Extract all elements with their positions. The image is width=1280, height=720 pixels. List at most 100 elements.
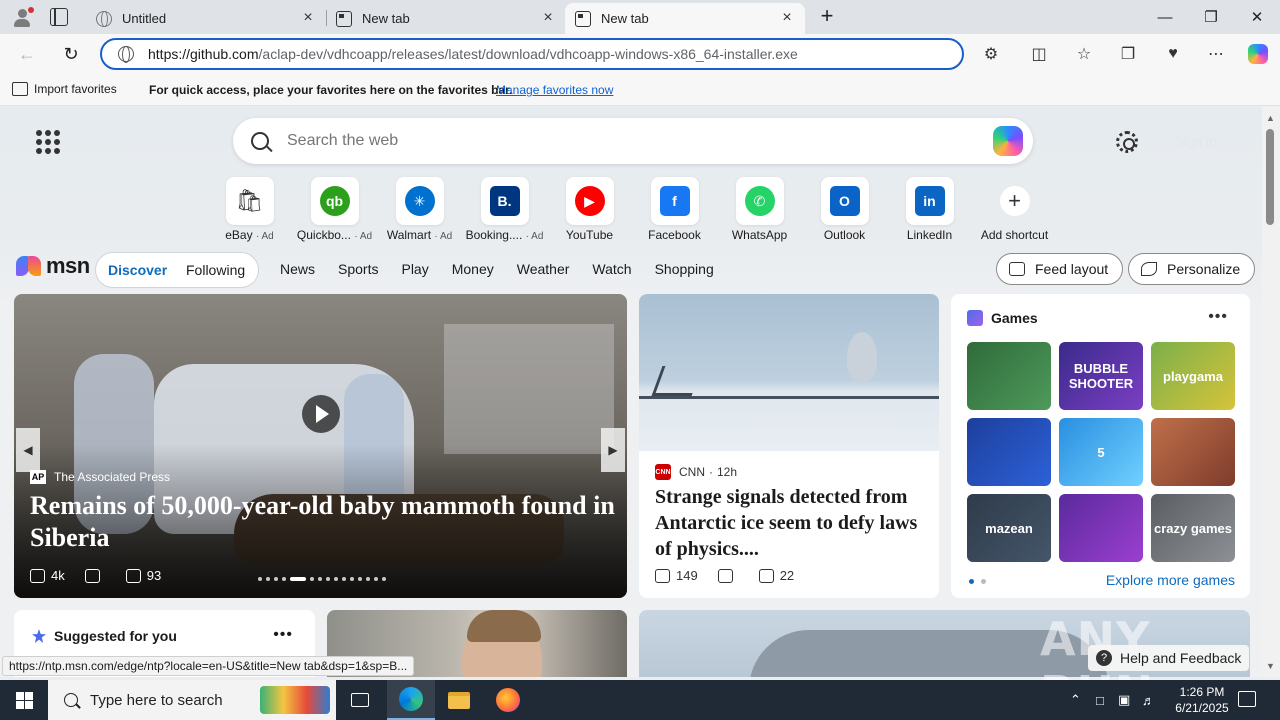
network-icon[interactable]: □ — [1096, 680, 1104, 720]
url-text[interactable]: https://github.com/aclap-dev/vdhcoapp/re… — [148, 46, 798, 62]
close-tab-icon[interactable]: × — [779, 9, 795, 27]
shortcut-facebook[interactable]: f Facebook — [632, 177, 717, 242]
game-tile-bubble-shooter[interactable]: BUBBLE SHOOTER — [1059, 342, 1143, 410]
shortcut-ebay[interactable]: 🛍 eBay · Ad — [207, 177, 292, 242]
game-tile-mahjong[interactable] — [967, 342, 1051, 410]
wifi-icon[interactable]: ▣ — [1118, 680, 1130, 720]
settings-gear-icon[interactable] — [1116, 131, 1138, 153]
copilot-icon[interactable] — [1246, 42, 1270, 66]
close-tab-icon[interactable]: × — [540, 9, 556, 27]
tab-new-tab-active[interactable]: New tab × — [565, 3, 805, 34]
site-info-icon[interactable] — [118, 46, 134, 63]
hero-headline[interactable]: Remains of 50,000-year-old baby mammoth … — [30, 490, 620, 554]
game-tile-story-game[interactable] — [1151, 418, 1235, 486]
play-video-button[interactable] — [302, 395, 340, 433]
settings-more-icon[interactable]: ⋯ — [1204, 42, 1228, 66]
shortcut-tile[interactable]: O — [820, 177, 869, 225]
game-tile-water-sort[interactable] — [1059, 494, 1143, 562]
nav-watch[interactable]: Watch — [592, 261, 631, 277]
close-window-button[interactable]: ✕ — [1234, 0, 1280, 34]
shortcut-booking[interactable]: B. Booking.... · Ad — [462, 177, 547, 242]
minimize-button[interactable]: — — [1142, 0, 1188, 34]
tab-following[interactable]: Following — [186, 262, 245, 278]
comments-button[interactable]: 22 — [758, 568, 794, 583]
hero-news-card[interactable]: ◀ ▶ AP The Associated Press Remains of 5… — [14, 294, 627, 598]
game-tile-shark-game[interactable]: 5 — [1059, 418, 1143, 486]
back-button[interactable]: ← — [12, 40, 42, 68]
notifications-icon[interactable] — [1238, 691, 1256, 707]
shortcut-tile[interactable]: qb — [310, 177, 359, 225]
tab-actions-icon[interactable] — [50, 8, 68, 26]
web-search-box[interactable] — [233, 118, 1033, 164]
shortcut-tile[interactable]: in — [905, 177, 954, 225]
show-hidden-icons[interactable]: ⌃ — [1070, 680, 1081, 720]
copilot-icon[interactable] — [993, 126, 1023, 156]
news-card-cnn[interactable]: CNN CNN · 12h Strange signals detected f… — [639, 294, 939, 598]
game-tile-playgama-racing[interactable]: playgama — [1151, 342, 1235, 410]
shortcut-tile[interactable]: 🛍 — [225, 177, 274, 225]
shortcut-linkedin[interactable]: in LinkedIn — [887, 177, 972, 242]
shortcut-tile[interactable]: ✳ — [395, 177, 444, 225]
task-view-button[interactable] — [336, 680, 384, 720]
news-headline[interactable]: Strange signals detected from Antarctic … — [655, 484, 925, 562]
sign-in-button[interactable]: Sign in — [1174, 133, 1217, 149]
nav-shopping[interactable]: Shopping — [655, 261, 714, 277]
shortcut-tile[interactable]: + — [991, 177, 1039, 225]
favorites-star-icon[interactable]: ☆ — [1072, 42, 1096, 66]
nav-weather[interactable]: Weather — [517, 261, 570, 277]
personalize-button[interactable]: Personalize — [1128, 253, 1256, 285]
dislike-button[interactable] — [717, 568, 739, 583]
close-tab-icon[interactable]: × — [300, 9, 316, 27]
msn-logo[interactable]: msn — [16, 253, 90, 279]
nav-news[interactable]: News — [280, 261, 315, 277]
carousel-prev-button[interactable]: ◀ — [16, 428, 40, 472]
shortcut-whatsapp[interactable]: ✆ WhatsApp — [717, 177, 802, 242]
shortcut-walmart[interactable]: ✳ Walmart · Ad — [377, 177, 462, 242]
game-tile-crazy-games-drive[interactable]: crazy games — [1151, 494, 1235, 562]
game-tile-block-puzzle[interactable] — [967, 418, 1051, 486]
taskbar-search-box[interactable]: Type here to search — [48, 680, 336, 720]
shortcut-tile[interactable]: f — [650, 177, 699, 225]
start-button[interactable] — [0, 680, 48, 720]
scroll-up-icon[interactable]: ▲ — [1266, 113, 1275, 123]
explore-more-games-link[interactable]: Explore more games — [1106, 572, 1235, 588]
game-tile-mazean[interactable]: mazean — [967, 494, 1051, 562]
tab-discover[interactable]: Discover — [108, 262, 167, 278]
system-clock[interactable]: 1:26 PM 6/21/2025 — [1170, 684, 1234, 716]
nav-sports[interactable]: Sports — [338, 261, 378, 277]
shortcut-tile[interactable]: ▶ — [565, 177, 614, 225]
tab-new-tab-1[interactable]: New tab × — [326, 3, 566, 34]
taskbar-edge[interactable] — [387, 680, 435, 720]
profile-icon[interactable] — [8, 4, 36, 30]
feed-layout-button[interactable]: Feed layout — [996, 253, 1124, 285]
collections-icon[interactable]: ❐ — [1116, 42, 1140, 66]
shortcut-plus[interactable]: + Add shortcut — [972, 177, 1057, 242]
help-feedback-button[interactable]: ? Help and Feedback — [1088, 645, 1250, 671]
scrollbar-thumb[interactable] — [1266, 129, 1274, 225]
nav-money[interactable]: Money — [452, 261, 494, 277]
search-input[interactable] — [287, 132, 927, 150]
new-tab-button[interactable]: + — [814, 5, 840, 29]
page-scrollbar[interactable]: ▲ ▼ — [1262, 107, 1280, 677]
volume-icon[interactable]: ♬ — [1142, 680, 1155, 720]
shortcut-tile[interactable]: ✆ — [735, 177, 784, 225]
shortcut-tile[interactable]: B. — [480, 177, 529, 225]
import-favorites-button[interactable]: Import favorites — [12, 82, 117, 96]
comments-button[interactable]: 93 — [125, 568, 161, 583]
browser-essentials-icon[interactable]: ♥ — [1161, 42, 1185, 66]
tab-untitled[interactable]: Untitled × — [86, 3, 326, 34]
shortcut-outlook[interactable]: O Outlook — [802, 177, 887, 242]
nav-play[interactable]: Play — [401, 261, 428, 277]
like-button[interactable]: 149 — [655, 568, 698, 583]
address-bar[interactable]: https://github.com/aclap-dev/vdhcoapp/re… — [100, 38, 964, 70]
extensions-icon[interactable]: ⚙ — [979, 42, 1003, 66]
more-options-icon[interactable]: ••• — [1208, 308, 1228, 326]
shortcut-youtube[interactable]: ▶ YouTube — [547, 177, 632, 242]
taskbar-file-explorer[interactable] — [435, 680, 483, 720]
refresh-button[interactable]: ↻ — [56, 40, 86, 68]
manage-favorites-link[interactable]: Manage favorites now — [496, 83, 613, 97]
taskbar-firefox[interactable] — [484, 680, 532, 720]
games-header[interactable]: Games — [967, 310, 1038, 326]
split-screen-icon[interactable]: ◫ — [1027, 42, 1051, 66]
more-options-icon[interactable]: ••• — [273, 626, 293, 644]
